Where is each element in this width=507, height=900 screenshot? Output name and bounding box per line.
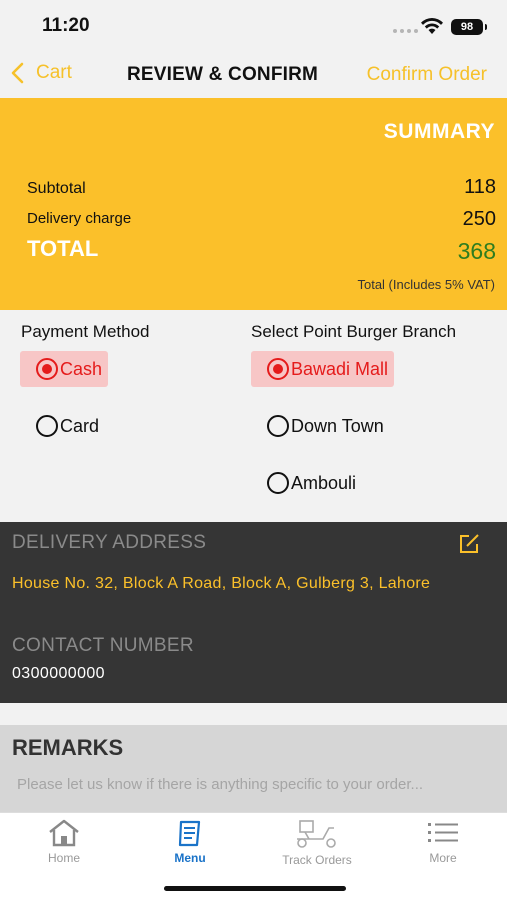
delivery-address-text: House No. 32, Block A Road, Block A, Gul…	[12, 575, 431, 592]
branch-option-label: Bawadi Mall	[291, 358, 389, 379]
status-bar: 11:20 98	[0, 0, 507, 54]
contact-number-heading: CONTACT NUMBER	[12, 635, 194, 656]
back-label: Cart	[36, 62, 72, 83]
remarks-title: REMARKS	[12, 735, 124, 760]
payment-option-label: Cash	[60, 358, 103, 379]
branch-heading: Select Point Burger Branch	[251, 322, 457, 341]
branch-option-label: Down Town	[291, 415, 384, 436]
back-button[interactable]: Cart	[10, 62, 72, 84]
tab-label: More	[429, 851, 457, 865]
delivery-address-heading: DELIVERY ADDRESS	[12, 532, 207, 553]
total-label: TOTAL	[27, 236, 99, 261]
payment-option-label: Card	[60, 415, 100, 436]
cellular-signal-icon	[393, 29, 418, 33]
wifi-icon	[421, 17, 443, 34]
remarks-input[interactable]: Please let us know if there is anything …	[17, 775, 487, 795]
page-title: REVIEW & CONFIRM	[127, 64, 319, 85]
menu-icon	[178, 820, 201, 847]
delivery-charge-label: Delivery charge	[27, 210, 132, 227]
radio-selected-icon	[267, 358, 289, 380]
branch-option-label: Ambouli	[291, 472, 357, 493]
tab-track-orders[interactable]: Track Orders	[267, 817, 367, 873]
contact-number-value: 0300000000	[12, 665, 105, 682]
tab-more[interactable]: More	[393, 817, 493, 873]
summary-title: SUMMARY	[383, 120, 495, 143]
home-icon	[49, 819, 79, 847]
home-indicator	[164, 886, 346, 891]
tab-label: Track Orders	[282, 853, 352, 867]
branch-option-ambouli[interactable]: Ambouli	[251, 465, 362, 501]
total-value: 368	[457, 238, 496, 264]
tab-menu[interactable]: Menu	[140, 817, 240, 873]
delivery-address-panel: DELIVERY ADDRESS House No. 32, Block A R…	[0, 522, 507, 703]
nav-bar: Cart REVIEW & CONFIRM Confirm Order	[0, 54, 507, 98]
order-options: Payment Method Select Point Burger Branc…	[0, 310, 507, 522]
subtotal-label: Subtotal	[27, 180, 86, 197]
vat-note: Total (Includes 5% VAT)	[357, 277, 495, 292]
edit-address-icon[interactable]	[458, 533, 482, 555]
chevron-left-icon	[11, 62, 24, 84]
summary-panel: SUMMARY Subtotal 118 Delivery charge 250…	[0, 98, 507, 310]
tab-label: Home	[47, 851, 80, 865]
radio-selected-icon	[36, 358, 58, 380]
branch-option-bawadi-mall[interactable]: Bawadi Mall	[251, 351, 395, 387]
payment-option-card[interactable]: Card	[20, 408, 105, 444]
remarks-panel: REMARKS Please let us know if there is a…	[0, 725, 507, 820]
battery-icon: 98	[451, 19, 487, 35]
branch-option-down-town[interactable]: Down Town	[251, 408, 390, 444]
subtotal-value: 118	[464, 176, 496, 198]
tab-home[interactable]: Home	[14, 817, 114, 873]
radio-unselected-icon	[267, 415, 289, 437]
radio-unselected-icon	[267, 472, 289, 494]
radio-unselected-icon	[36, 415, 58, 437]
delivery-scooter-icon	[297, 820, 336, 848]
confirm-order-button[interactable]: Confirm Order	[367, 64, 487, 86]
delivery-charge-value: 250	[462, 208, 496, 230]
status-time: 11:20	[42, 15, 90, 36]
more-list-icon	[428, 823, 458, 842]
tab-label: Menu	[174, 851, 206, 865]
payment-option-cash[interactable]: Cash	[20, 351, 109, 387]
payment-method-heading: Payment Method	[21, 322, 150, 341]
